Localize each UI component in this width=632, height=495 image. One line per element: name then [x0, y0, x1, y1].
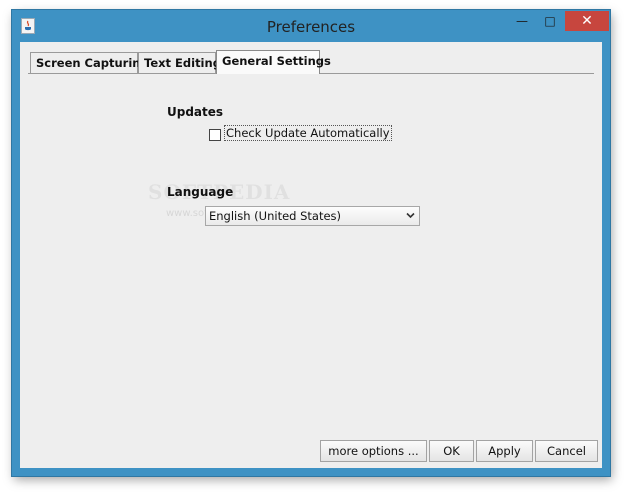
- check-update-checkbox[interactable]: [209, 129, 221, 141]
- apply-button[interactable]: Apply: [476, 440, 533, 462]
- language-heading: Language: [167, 185, 234, 199]
- tab-general-settings[interactable]: General Settings: [216, 50, 331, 74]
- close-icon[interactable]: ✕: [565, 11, 609, 31]
- language-select[interactable]: English (United States): [205, 206, 420, 226]
- minimize-icon[interactable]: —: [509, 11, 535, 31]
- updates-heading: Updates: [167, 105, 224, 119]
- preferences-content: Screen Capturing Text Editing General Se…: [20, 42, 602, 468]
- language-selected-value: English (United States): [209, 209, 342, 223]
- check-update-label[interactable]: Check Update Automatically: [224, 125, 392, 141]
- more-options-button[interactable]: more options ...: [320, 440, 427, 462]
- tab-text-editing[interactable]: Text Editing: [138, 52, 221, 73]
- title-bar[interactable]: Preferences — □ ✕: [12, 10, 610, 42]
- preferences-window: Preferences — □ ✕ Screen Capturing Text …: [12, 10, 610, 476]
- maximize-icon[interactable]: □: [537, 11, 563, 31]
- ok-button[interactable]: OK: [429, 440, 474, 462]
- cancel-button[interactable]: Cancel: [535, 440, 598, 462]
- tab-screen-capturing[interactable]: Screen Capturing: [30, 52, 149, 73]
- chevron-down-icon: [406, 212, 415, 219]
